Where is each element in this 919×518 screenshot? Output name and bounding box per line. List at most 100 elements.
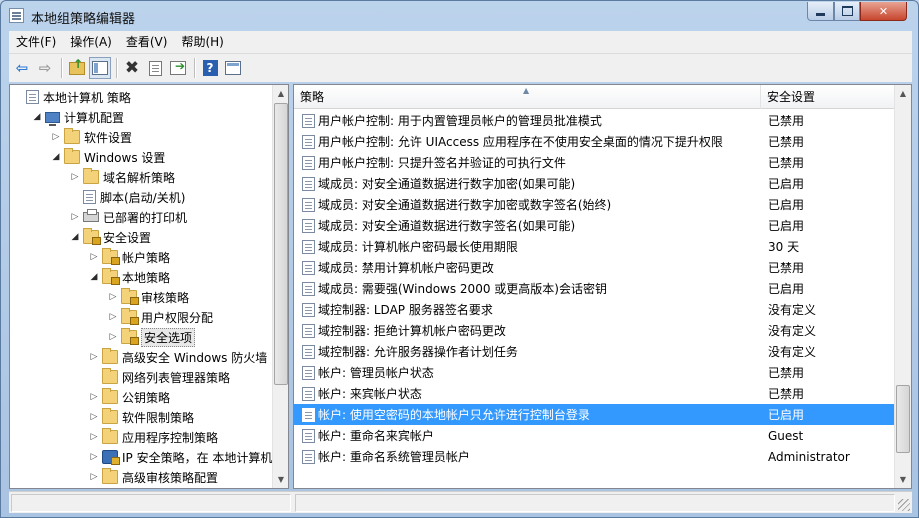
tree-item[interactable]: ▷ 用户权限分配	[107, 307, 213, 327]
export-list-button[interactable]	[167, 57, 189, 79]
collapsed-arrow-icon[interactable]: ▷	[88, 251, 100, 263]
console-tree[interactable]: 本地计算机 策略 ◢ 计算机配置 ▷ 软件设置 ◢ Windows 设置 ▷ 域名解析策略脚本(…	[9, 84, 289, 489]
scroll-down-arrow-icon[interactable]: ▼	[273, 471, 288, 488]
policy-row[interactable]: 域成员: 需要强(Windows 2000 或更高版本)会话密钥 已启用	[294, 278, 894, 299]
expanded-arrow-icon[interactable]: ◢	[50, 151, 62, 163]
scroll-up-arrow-icon[interactable]: ▲	[895, 85, 911, 102]
collapsed-arrow-icon[interactable]: ▷	[88, 431, 100, 443]
forward-button[interactable]: ⇨	[34, 57, 56, 79]
collapsed-arrow-icon[interactable]: ▷	[107, 311, 119, 323]
policy-row[interactable]: 域控制器: LDAP 服务器签名要求 没有定义	[294, 299, 894, 320]
back-button[interactable]: ⇦	[11, 57, 33, 79]
policy-row[interactable]: 域成员: 计算机帐户密码最长使用期限 30 天	[294, 236, 894, 257]
tree-item[interactable]: ◢ 计算机配置	[31, 107, 124, 127]
security-setting-value: 已禁用	[768, 261, 805, 275]
tree-item-label: 公钥策略	[122, 390, 171, 405]
policy-row[interactable]: 域控制器: 拒绝计算机帐户密码更改 没有定义	[294, 320, 894, 341]
resize-grip-icon[interactable]	[898, 499, 910, 511]
policy-row[interactable]: 用户帐户控制: 允许 UIAccess 应用程序在不使用安全桌面的情况下提升权限…	[294, 131, 894, 152]
tree-item[interactable]: ▷ 应用程序控制策略	[88, 427, 218, 447]
toolbar-separator	[61, 58, 62, 78]
policy-setting-icon	[302, 281, 315, 296]
tree-item[interactable]: 网络列表管理器策略	[88, 367, 230, 387]
scroll-thumb[interactable]	[896, 385, 910, 453]
back-arrow-icon: ⇦	[15, 59, 29, 77]
collapsed-arrow-icon[interactable]: ▷	[69, 211, 81, 223]
policy-row[interactable]: 帐户: 来宾帐户状态 已禁用	[294, 383, 894, 404]
menu-action[interactable]: 操作(A)	[63, 32, 119, 52]
minimize-button[interactable]	[807, 2, 834, 21]
show-hide-pane-icon	[225, 61, 241, 75]
policy-row[interactable]: 帐户: 管理员帐户状态 已禁用	[294, 362, 894, 383]
tree-item[interactable]: ▷ 高级安全 Windows 防火墙	[88, 347, 267, 367]
tree-scrollbar[interactable]: ▲ ▼	[272, 85, 288, 488]
delete-button[interactable]: ✖	[121, 57, 143, 79]
policy-name: 域控制器: 拒绝计算机帐户密码更改	[318, 324, 506, 338]
up-level-button[interactable]	[66, 57, 88, 79]
policy-row[interactable]: 域成员: 对安全通道数据进行数字加密或数字签名(始终) 已启用	[294, 194, 894, 215]
tree-item-label: IP 安全策略，在 本地计算机	[122, 450, 273, 465]
tree-item[interactable]: 本地计算机 策略	[12, 87, 131, 107]
security-setting-value: 已禁用	[768, 135, 805, 149]
policy-row[interactable]: 域成员: 对安全通道数据进行数字加密(如果可能) 已启用	[294, 173, 894, 194]
tree-item[interactable]: ◢ 本地策略	[88, 267, 170, 287]
scroll-thumb[interactable]	[274, 103, 288, 385]
tree-item[interactable]: ◢ 安全设置	[69, 227, 151, 247]
security-setting-value: Guest	[768, 428, 804, 443]
policy-row[interactable]: 帐户: 重命名来宾帐户 Guest	[294, 425, 894, 446]
menu-file[interactable]: 文件(F)	[9, 32, 63, 52]
title-bar[interactable]: 本地组策略编辑器 ✕	[1, 1, 918, 31]
collapsed-arrow-icon[interactable]: ▷	[88, 411, 100, 423]
tree-item[interactable]: ▷ 域名解析策略	[69, 167, 175, 187]
close-button[interactable]: ✕	[860, 2, 907, 21]
tree-item[interactable]: ▷ 软件限制策略	[88, 407, 194, 427]
collapsed-arrow-icon[interactable]: ▷	[88, 351, 100, 363]
column-header-policy[interactable]: 策略 ▲	[294, 85, 761, 109]
expanded-arrow-icon[interactable]: ◢	[69, 231, 81, 243]
menu-help[interactable]: 帮助(H)	[174, 32, 230, 52]
tree-item[interactable]: ▷ 公钥策略	[88, 387, 170, 407]
show-tree-button[interactable]	[89, 57, 111, 79]
policy-row[interactable]: 用户帐户控制: 只提升签名并验证的可执行文件 已禁用	[294, 152, 894, 173]
tree-item[interactable]: ▷ IP 安全策略，在 本地计算机	[88, 447, 272, 467]
policy-list[interactable]: 策略 ▲ 安全设置 用户帐户控制: 用于内置管理员帐户的管理员批准模式 已禁用 用户…	[293, 84, 912, 489]
tree-item-label: 域名解析策略	[103, 170, 176, 185]
collapsed-arrow-icon[interactable]: ▷	[88, 391, 100, 403]
tree-item[interactable]: ▷ 已部署的打印机	[69, 207, 187, 227]
collapsed-arrow-icon[interactable]: ▷	[107, 291, 119, 303]
tree-item[interactable]: ▷ 软件设置	[50, 127, 132, 147]
tree-item-label: 本地计算机 策略	[43, 90, 131, 105]
properties-button[interactable]	[144, 57, 166, 79]
policy-row[interactable]: 域成员: 禁用计算机帐户密码更改 已禁用	[294, 257, 894, 278]
tree-item[interactable]: ▷ 帐户策略	[88, 247, 170, 267]
scroll-up-arrow-icon[interactable]: ▲	[273, 85, 288, 102]
tree-item[interactable]: ◢ Windows 设置	[50, 147, 165, 167]
collapsed-arrow-icon[interactable]: ▷	[88, 471, 100, 483]
policy-row[interactable]: 帐户: 使用空密码的本地帐户只允许进行控制台登录 已启用	[294, 404, 894, 425]
help-button[interactable]: ?	[199, 57, 221, 79]
policy-row[interactable]: 域成员: 对安全通道数据进行数字签名(如果可能) 已启用	[294, 215, 894, 236]
tree-item[interactable]: ▷ 高级审核策略配置	[88, 467, 218, 487]
maximize-button[interactable]	[834, 2, 860, 21]
collapsed-arrow-icon[interactable]: ▷	[69, 171, 81, 183]
policy-name: 用户帐户控制: 只提升签名并验证的可执行文件	[318, 156, 566, 170]
expanded-arrow-icon[interactable]: ◢	[31, 111, 43, 123]
menu-view[interactable]: 查看(V)	[119, 32, 175, 52]
list-scrollbar[interactable]: ▲ ▼	[894, 85, 911, 488]
policy-row[interactable]: 帐户: 重命名系统管理员帐户 Administrator	[294, 446, 894, 467]
security-setting-value: 已启用	[768, 282, 805, 296]
tree-item[interactable]: ▷ 安全选项	[107, 327, 196, 347]
policy-row[interactable]: 用户帐户控制: 用于内置管理员帐户的管理员批准模式 已禁用	[294, 110, 894, 131]
show-hide-pane-button[interactable]	[222, 57, 244, 79]
collapsed-arrow-icon[interactable]: ▷	[50, 131, 62, 143]
collapsed-arrow-icon[interactable]: ▷	[107, 331, 119, 343]
expanded-arrow-icon[interactable]: ◢	[88, 271, 100, 283]
collapsed-arrow-icon[interactable]: ▷	[88, 451, 100, 463]
security-setting-value: 已启用	[768, 198, 805, 212]
security-folder-icon	[121, 288, 139, 305]
column-header-setting[interactable]: 安全设置	[761, 85, 896, 109]
scroll-down-arrow-icon[interactable]: ▼	[895, 471, 911, 488]
tree-item[interactable]: ▷ 审核策略	[107, 287, 189, 307]
policy-row[interactable]: 域控制器: 允许服务器操作者计划任务 没有定义	[294, 341, 894, 362]
tree-item[interactable]: 脚本(启动/关机)	[69, 187, 185, 207]
